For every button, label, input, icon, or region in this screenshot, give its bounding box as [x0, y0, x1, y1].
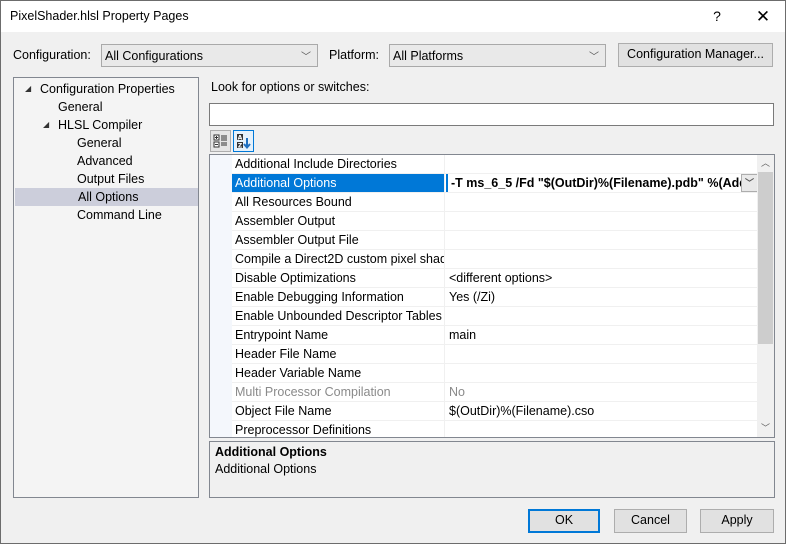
- expanded-arrow-icon[interactable]: ◢: [43, 116, 49, 134]
- alphabetical-view-button[interactable]: A Z: [233, 130, 254, 152]
- property-name: All Resources Bound: [232, 193, 445, 211]
- categorized-view-icon: [213, 134, 227, 148]
- property-value[interactable]: Yes (/Zi): [446, 288, 758, 306]
- property-value[interactable]: [446, 364, 758, 382]
- property-name: Disable Optimizations: [232, 269, 445, 287]
- property-row[interactable]: Compile a Direct2D custom pixel shader: [232, 250, 758, 269]
- description-title: Additional Options: [215, 445, 327, 459]
- tree-item-label: All Options: [78, 190, 139, 204]
- description-text: Additional Options: [215, 462, 317, 476]
- tree-item-label: Advanced: [77, 154, 133, 168]
- grid-gutter: [210, 155, 232, 437]
- property-value[interactable]: [446, 250, 758, 268]
- property-name: Additional Include Directories: [232, 155, 445, 173]
- tree-item-label: Output Files: [77, 172, 145, 186]
- svg-text:Z: Z: [238, 142, 243, 149]
- ok-button[interactable]: OK: [528, 509, 600, 533]
- search-label: Look for options or switches:: [211, 80, 370, 94]
- property-row[interactable]: Assembler Output: [232, 212, 758, 231]
- property-name: Preprocessor Definitions: [232, 421, 445, 437]
- vertical-scrollbar[interactable]: ︿ ﹀: [757, 155, 774, 437]
- property-row[interactable]: Enable Debugging Information Yes (/Zi): [232, 288, 758, 307]
- property-name: Entrypoint Name: [232, 326, 445, 344]
- tree-item-label: HLSL Compiler: [58, 118, 143, 132]
- apply-button[interactable]: Apply: [700, 509, 774, 533]
- property-name: Additional Options: [232, 174, 445, 192]
- tree-item-label: Command Line: [77, 208, 162, 222]
- property-tree: ◢ Configuration Properties General ◢ HLSL Co…: [13, 77, 199, 498]
- categorized-view-button[interactable]: [210, 130, 231, 152]
- property-row[interactable]: Additional Include Directories: [232, 155, 758, 174]
- property-value[interactable]: <different options>: [446, 269, 758, 287]
- property-value[interactable]: $(OutDir)%(Filename).cso: [446, 402, 758, 420]
- property-name: Multi Processor Compilation: [232, 383, 445, 401]
- property-value-text: -T ms_6_5 /Fd "$(OutDir)%(Filename).pdb"…: [451, 176, 758, 190]
- property-grid: Additional Include Directories Additional…: [209, 154, 775, 438]
- property-name: Enable Debugging Information: [232, 288, 445, 306]
- property-row[interactable]: Multi Processor Compilation No: [232, 383, 758, 402]
- property-name: Assembler Output: [232, 212, 445, 230]
- sort-alphabetical-icon: A Z: [237, 134, 251, 149]
- platform-select[interactable]: All Platforms ﹀: [389, 44, 606, 67]
- property-value-text: Yes (/Zi): [449, 290, 496, 304]
- configuration-value: All Configurations: [105, 49, 203, 63]
- scrollbar-thumb[interactable]: [758, 172, 773, 344]
- property-value[interactable]: [446, 193, 758, 211]
- property-row[interactable]: Header File Name: [232, 345, 758, 364]
- platform-value: All Platforms: [393, 49, 464, 63]
- tree-item[interactable]: All Options: [15, 188, 198, 206]
- property-row[interactable]: Header Variable Name: [232, 364, 758, 383]
- property-value[interactable]: [446, 345, 758, 363]
- property-row[interactable]: Additional Options -T ms_6_5 /Fd "$(OutDi…: [232, 174, 758, 193]
- property-row[interactable]: Enable Unbounded Descriptor Tables: [232, 307, 758, 326]
- property-name: Enable Unbounded Descriptor Tables: [232, 307, 445, 325]
- property-row[interactable]: Object File Name $(OutDir)%(Filename).cso: [232, 402, 758, 421]
- property-name: Assembler Output File: [232, 231, 445, 249]
- property-name: Header File Name: [232, 345, 445, 363]
- title-bar: PixelShader.hlsl Property Pages ? ✕: [1, 1, 785, 32]
- window-title: PixelShader.hlsl Property Pages: [10, 9, 189, 23]
- help-button[interactable]: ?: [697, 1, 737, 32]
- property-name: Compile a Direct2D custom pixel shader: [232, 250, 445, 268]
- chevron-down-icon: ﹀: [301, 52, 311, 63]
- chevron-down-icon: ﹀: [589, 52, 599, 63]
- cancel-button[interactable]: Cancel: [614, 509, 687, 533]
- value-dropdown-button[interactable]: ﹀: [741, 174, 758, 192]
- search-input[interactable]: [209, 103, 774, 126]
- scroll-up-icon[interactable]: ︿: [757, 155, 774, 172]
- property-row[interactable]: Preprocessor Definitions: [232, 421, 758, 437]
- property-value[interactable]: [446, 155, 758, 173]
- property-row[interactable]: All Resources Bound: [232, 193, 758, 212]
- tree-item-label: Configuration Properties: [40, 82, 175, 96]
- property-value[interactable]: [446, 421, 758, 437]
- close-button[interactable]: ✕: [743, 1, 783, 32]
- platform-label: Platform:: [329, 48, 380, 62]
- tree-item-label: General: [58, 100, 103, 114]
- configuration-label: Configuration:: [13, 48, 91, 62]
- configuration-select[interactable]: All Configurations ﹀: [101, 44, 318, 67]
- property-value[interactable]: No: [446, 383, 758, 401]
- property-pages-dialog: PixelShader.hlsl Property Pages ? ✕ Conf…: [0, 0, 786, 544]
- svg-text:A: A: [238, 134, 243, 141]
- property-value-text: main: [449, 328, 477, 342]
- property-name: Object File Name: [232, 402, 445, 420]
- expanded-arrow-icon[interactable]: ◢: [25, 80, 31, 98]
- property-name: Header Variable Name: [232, 364, 445, 382]
- property-value-text: No: [449, 385, 465, 399]
- property-value-text: $(OutDir)%(Filename).cso: [449, 404, 595, 418]
- property-row[interactable]: Assembler Output File: [232, 231, 758, 250]
- property-value-text: <different options>: [449, 271, 553, 285]
- property-value[interactable]: [446, 307, 758, 325]
- tree-item-label: General: [77, 136, 122, 150]
- description-panel: Additional Options Additional Options: [209, 441, 775, 498]
- configuration-manager-button[interactable]: Configuration Manager...: [618, 43, 773, 67]
- property-value[interactable]: -T ms_6_5 /Fd "$(OutDir)%(Filename).pdb"…: [446, 174, 758, 192]
- property-row[interactable]: Disable Optimizations <different options>: [232, 269, 758, 288]
- scroll-down-icon[interactable]: ﹀: [757, 420, 774, 437]
- property-value[interactable]: [446, 231, 758, 249]
- property-value[interactable]: main: [446, 326, 758, 344]
- property-row[interactable]: Entrypoint Name main: [232, 326, 758, 345]
- property-value[interactable]: [446, 212, 758, 230]
